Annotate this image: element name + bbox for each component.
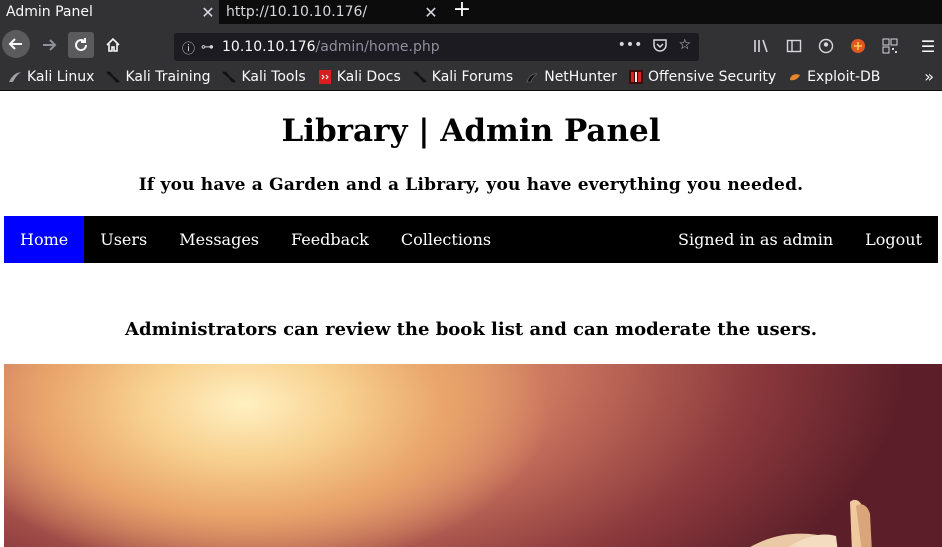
admin-notice: Administrators can review the book list … — [125, 319, 817, 340]
nav-feedback[interactable]: Feedback — [275, 216, 385, 263]
url-actions: ••• ☆ — [618, 37, 691, 57]
tab-title: Admin Panel — [6, 4, 93, 20]
book-illustration — [750, 499, 872, 547]
bookmarks-toolbar: Kali Linux Kali Training Kali Tools Kali… — [0, 64, 942, 91]
tagline: If you have a Garden and a Library, you … — [138, 175, 804, 195]
address-bar[interactable]: ⓘ ⊶ 10.10.10.176/admin/home.php ••• ☆ — [174, 33, 699, 61]
bookmark-label: Exploit-DB — [807, 69, 881, 85]
bookmark-kali-docs[interactable]: Kali Docs — [318, 69, 401, 85]
site-navbar: Home Users Messages Feedback Collections… — [4, 216, 938, 263]
bookmark-offensive-security[interactable]: Offensive Security — [628, 69, 777, 85]
extension-hackbar-icon[interactable] — [848, 36, 868, 56]
more-actions-icon[interactable]: ••• — [618, 37, 643, 57]
sidebar-icon[interactable] — [784, 36, 804, 56]
star-icon[interactable]: ☆ — [678, 37, 691, 57]
nav-messages[interactable]: Messages — [163, 216, 275, 263]
bookmark-exploit-db[interactable]: Exploit-DB — [788, 69, 880, 85]
pocket-icon[interactable] — [652, 37, 668, 57]
bookmark-label: Kali Training — [125, 69, 211, 85]
new-tab-plus-icon[interactable]: + — [450, 0, 474, 22]
nav-signed-in[interactable]: Signed in as admin — [662, 216, 849, 263]
web-page: Library | Admin Panel If you have a Gard… — [0, 91, 942, 547]
bookmark-kali-linux[interactable]: Kali Linux — [8, 69, 94, 85]
nav-users[interactable]: Users — [84, 216, 163, 263]
forward-arrow-icon[interactable] — [36, 32, 62, 58]
page-title: Library | Admin Panel — [281, 113, 661, 149]
key-icon[interactable]: ⊶ — [201, 40, 214, 55]
bookmark-label: Kali Linux — [27, 69, 95, 85]
close-icon[interactable]: ✕ — [197, 3, 219, 22]
bookmark-label: Kali Tools — [241, 69, 306, 85]
toolbar-right — [752, 36, 900, 56]
bookmark-label: NetHunter — [544, 69, 617, 85]
kali-dragon-icon — [106, 70, 121, 84]
account-icon[interactable] — [816, 36, 836, 56]
nav-collections[interactable]: Collections — [385, 216, 507, 263]
url-host: 10.10.10.176 — [222, 39, 316, 55]
url-path: /admin/home.php — [315, 39, 440, 55]
tab-admin-panel[interactable]: Admin Panel ✕ — [0, 0, 219, 24]
back-arrow-icon[interactable] — [2, 30, 30, 58]
nav-home[interactable]: Home — [4, 216, 85, 263]
kali-dragon-icon — [413, 70, 427, 84]
close-icon[interactable]: ✕ — [420, 3, 442, 22]
library-icon[interactable] — [752, 36, 772, 56]
docs-icon — [318, 70, 332, 84]
bookmark-kali-training[interactable]: Kali Training — [106, 69, 210, 85]
kali-dragon-icon — [8, 70, 22, 84]
tab-home[interactable]: http://10.10.10.176/ ✕ — [220, 0, 442, 24]
offsec-icon — [628, 70, 643, 84]
info-icon[interactable]: ⓘ — [182, 38, 195, 57]
nethunter-icon — [525, 70, 539, 84]
hero-image — [4, 364, 942, 547]
chevron-double-right-icon[interactable]: » — [924, 67, 934, 86]
tab-bar: Admin Panel ✕ http://10.10.10.176/ ✕ + — [0, 0, 942, 24]
hamburger-menu-icon[interactable]: ☰ — [918, 36, 938, 56]
reload-icon[interactable] — [68, 32, 94, 58]
qr-code-icon[interactable] — [880, 36, 900, 56]
bookmark-label: Kali Forums — [431, 69, 514, 85]
exploitdb-icon — [788, 70, 802, 84]
bookmark-label: Kali Docs — [336, 69, 401, 85]
nav-logout[interactable]: Logout — [849, 216, 938, 263]
bookmark-kali-forums[interactable]: Kali Forums — [413, 69, 513, 85]
kali-dragon-icon — [222, 70, 237, 84]
bookmark-nethunter[interactable]: NetHunter — [525, 69, 617, 85]
home-icon[interactable] — [100, 32, 126, 58]
bookmark-label: Offensive Security — [647, 69, 777, 85]
tab-title: http://10.10.10.176/ — [226, 4, 368, 20]
bookmark-kali-tools[interactable]: Kali Tools — [222, 69, 306, 85]
